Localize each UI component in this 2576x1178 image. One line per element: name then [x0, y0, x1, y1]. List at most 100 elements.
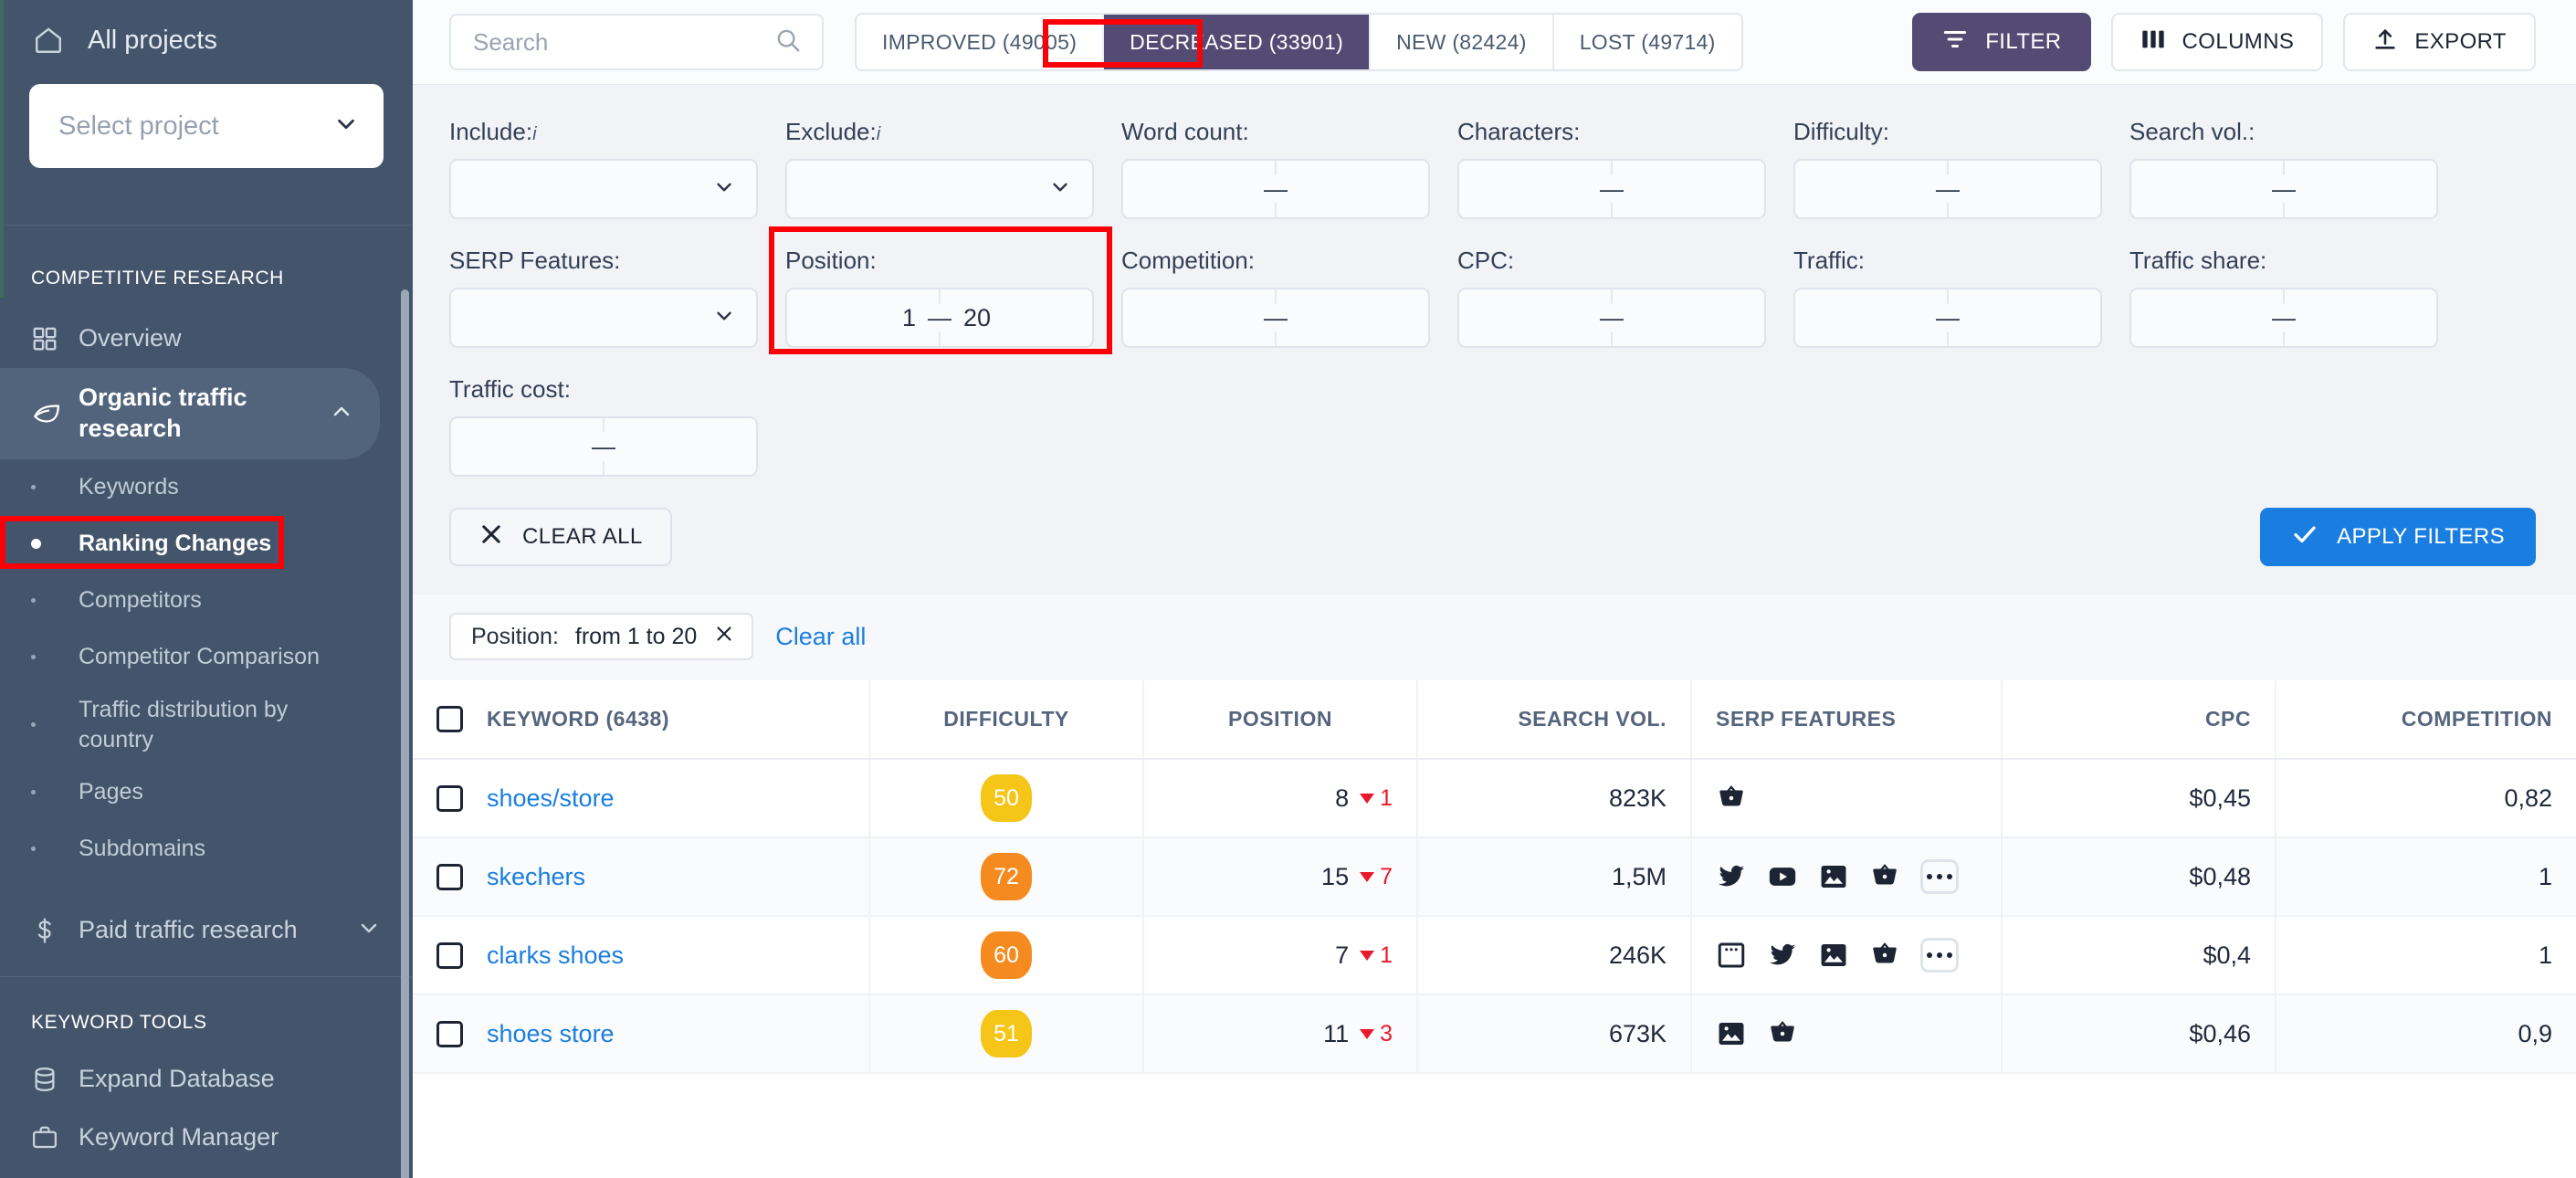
search-placeholder: Search	[473, 27, 549, 56]
filter-word-count-min[interactable]	[1123, 161, 1276, 217]
image-icon	[1818, 861, 1849, 892]
close-icon[interactable]	[713, 623, 735, 651]
filter-competition-min[interactable]	[1123, 289, 1276, 346]
chevron-down-icon	[712, 304, 736, 332]
filter-search-vol-max[interactable]	[2284, 161, 2436, 217]
sidebar-item-paid-traffic-label: Paid traffic research	[79, 915, 298, 943]
filter-traffic-share-range[interactable]: —	[2129, 288, 2438, 348]
filter-cpc-range[interactable]: —	[1457, 288, 1766, 348]
filter-cpc-label: CPC:	[1457, 247, 1515, 274]
filter-cpc-min[interactable]	[1459, 289, 1612, 346]
filter-button[interactable]: FILTER	[1912, 13, 2091, 71]
cell-search-vol: 823K	[1417, 759, 1692, 838]
filter-serp-features-dropdown[interactable]	[449, 288, 758, 348]
filter-include-dropdown[interactable]	[449, 159, 758, 219]
columns-button[interactable]: COLUMNS	[2110, 13, 2324, 71]
filter-traffic-min[interactable]	[1795, 289, 1948, 346]
filter-competition-range[interactable]: —	[1121, 288, 1430, 348]
cell-position: 11 3	[1143, 994, 1418, 1074]
tab-new[interactable]: NEW (82424)	[1371, 15, 1554, 69]
filter-difficulty-min[interactable]	[1795, 161, 1948, 217]
filter-traffic-cost-max[interactable]	[604, 418, 756, 475]
position-delta: 3	[1360, 1021, 1393, 1047]
filter-position-label: Position:	[785, 247, 877, 274]
clear-all-chips-link[interactable]: Clear all	[775, 623, 866, 651]
sidebar-item-competitors[interactable]: Competitors	[0, 573, 413, 629]
sidebar-item-overview[interactable]: Overview	[0, 310, 413, 368]
keyword-link[interactable]: shoes/store	[487, 784, 615, 813]
filter-position-max[interactable]: 20	[940, 289, 1092, 346]
filter-exclude-dropdown[interactable]	[785, 159, 1094, 219]
sidebar-item-expand-database[interactable]: Expand Database	[0, 1050, 413, 1109]
search-input[interactable]: Search	[449, 14, 824, 70]
column-header-serp-features[interactable]: SERP FEATURES	[1691, 680, 2003, 760]
range-dash: —	[1928, 174, 1968, 204]
filter-traffic-cost-min[interactable]	[451, 418, 604, 475]
sidebar-header: All projects Select project	[0, 0, 413, 168]
clear-all-button[interactable]: CLEAR ALL	[449, 508, 672, 566]
tab-lost[interactable]: LOST (49714)	[1554, 15, 1741, 69]
filter-competition-max[interactable]	[1276, 289, 1428, 346]
filter-search-vol-min[interactable]	[2131, 161, 2284, 217]
keyword-link[interactable]: skechers	[487, 863, 585, 891]
cell-keyword: skechers	[413, 837, 870, 917]
project-select[interactable]: Select project	[29, 84, 384, 168]
sidebar-item-traffic-distribution[interactable]: Traffic distribution by country	[0, 686, 413, 764]
filter-traffic-cost-range[interactable]: —	[449, 416, 758, 477]
sidebar-item-organic-traffic-research[interactable]: Organic traffic research	[0, 368, 380, 459]
row-checkbox[interactable]	[436, 941, 463, 969]
position-delta-value: 1	[1380, 941, 1393, 968]
filter-traffic-range[interactable]: —	[1793, 288, 2102, 348]
table-row[interactable]: clarks shoes 60 7 1 246K $0,4 1	[413, 916, 2576, 995]
column-header-competition[interactable]: COMPETITION	[2276, 680, 2576, 760]
filter-characters-min[interactable]	[1459, 161, 1612, 217]
sidebar-item-pages[interactable]: Pages	[0, 764, 413, 821]
all-projects-link[interactable]: All projects	[29, 0, 384, 80]
filter-search-vol-range[interactable]: —	[2129, 159, 2438, 219]
more-icon[interactable]	[1920, 859, 1959, 894]
row-checkbox[interactable]	[436, 1020, 463, 1047]
filter-traffic-max[interactable]	[1948, 289, 2100, 346]
sidebar-item-paid-traffic-research[interactable]: Paid traffic research	[0, 901, 413, 960]
filter-characters-max[interactable]	[1612, 161, 1764, 217]
cell-serp-features	[1691, 759, 2003, 838]
table-row[interactable]: shoes/store 50 8 1 823K $0,45 0,82	[413, 759, 2576, 838]
sidebar-item-keywords[interactable]: Keywords	[0, 459, 413, 516]
info-icon[interactable]: i	[532, 124, 536, 144]
filter-difficulty-max[interactable]	[1948, 161, 2100, 217]
filter-traffic-share-min[interactable]	[2131, 289, 2284, 346]
reviews-icon	[1716, 940, 1747, 971]
keyword-link[interactable]: clarks shoes	[487, 941, 624, 970]
sidebar-item-ranking-changes[interactable]: Ranking Changes	[0, 516, 413, 573]
filter-cpc-max[interactable]	[1612, 289, 1764, 346]
sidebar-item-competitor-comparison[interactable]: Competitor Comparison	[0, 629, 413, 686]
row-checkbox[interactable]	[436, 784, 463, 812]
filter-word-count-range[interactable]: —	[1121, 159, 1430, 219]
filter-traffic-share-max[interactable]	[2284, 289, 2436, 346]
column-header-search-vol[interactable]: SEARCH VOL.	[1417, 680, 1692, 760]
sidebar-item-keyword-manager[interactable]: Keyword Manager	[0, 1109, 413, 1167]
table-row[interactable]: shoes store 51 11 3 673K $0,46 0,9	[413, 994, 2576, 1074]
export-button[interactable]: EXPORT	[2343, 13, 2536, 71]
filter-position-min[interactable]: 1	[787, 289, 940, 346]
row-checkbox[interactable]	[436, 863, 463, 890]
filter-word-count-max[interactable]	[1276, 161, 1428, 217]
more-icon[interactable]	[1920, 938, 1959, 973]
filter-characters-range[interactable]: —	[1457, 159, 1766, 219]
select-all-checkbox[interactable]	[436, 706, 463, 732]
filter-chip-position[interactable]: Position: from 1 to 20	[449, 613, 754, 660]
column-header-keyword[interactable]: KEYWORD (6438)	[413, 680, 870, 760]
column-header-difficulty[interactable]: DIFFICULTY	[869, 680, 1144, 760]
filter-difficulty-range[interactable]: —	[1793, 159, 2102, 219]
filter-position-range[interactable]: 1 — 20	[785, 288, 1094, 348]
table-row[interactable]: skechers 72 15 7 1,5M $0,48 1	[413, 837, 2576, 917]
column-header-position[interactable]: POSITION	[1143, 680, 1418, 760]
column-header-cpc[interactable]: CPC	[2002, 680, 2276, 760]
info-icon[interactable]: i	[877, 124, 880, 144]
keyword-link[interactable]: shoes store	[487, 1020, 615, 1048]
apply-filters-button[interactable]: APPLY FILTERS	[2260, 508, 2536, 566]
sidebar-item-subdomains[interactable]: Subdomains	[0, 821, 413, 878]
cell-keyword: shoes/store	[413, 759, 870, 838]
tab-improved[interactable]: IMPROVED (49005)	[857, 15, 1105, 69]
tab-decreased[interactable]: DECREASED (33901)	[1104, 15, 1372, 69]
